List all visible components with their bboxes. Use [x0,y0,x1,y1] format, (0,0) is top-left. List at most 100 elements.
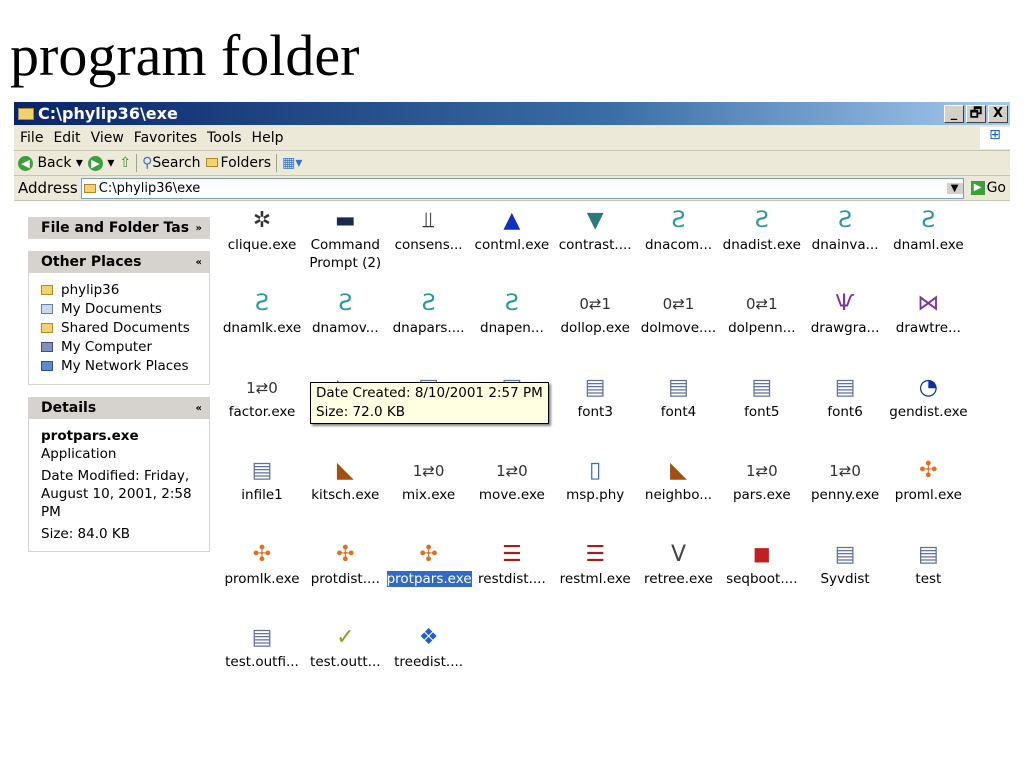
command-prompt-icon: ▬ [334,208,356,233]
details-header[interactable]: Details « [28,397,210,419]
file-item[interactable]: ▬ Command Prompt (2) [303,206,387,272]
file-item[interactable]: ▲ contml.exe [470,206,554,254]
forward-arrow-icon: ▶ [87,155,103,171]
file-item[interactable]: 1⇄0 move.exe [470,456,554,504]
file-item[interactable]: ▤ font3 [553,373,637,421]
file-item[interactable]: Vretree.exe [637,540,721,588]
forward-button[interactable]: ▶ ▾ [87,155,114,171]
file-item[interactable]: 1⇄0 mix.exe [387,456,471,504]
file-item[interactable]: 0⇄1 dolpenn... [720,289,804,337]
go-label: Go [986,180,1006,196]
up-folder-button[interactable]: ⇧ [119,155,131,171]
file-label: font3 [577,403,613,420]
file-item[interactable]: 1⇄0 factor.exe [220,373,304,421]
address-dropdown[interactable]: ▼ [946,182,963,194]
title-bar[interactable]: C:\phylip36\exe _ 🗗 X [14,102,1010,125]
menu-tools[interactable]: Tools [207,130,242,146]
file-folder-tasks-header[interactable]: File and Folder Tas » [28,217,210,239]
file-item[interactable]: ✲ clique.exe [220,206,304,254]
file-item[interactable]: Ƨdnacom... [637,206,721,254]
file-item[interactable]: ▤ font4 [637,373,721,421]
file-item[interactable]: Ƨdnapen... [470,289,554,337]
file-item[interactable]: ☰ restdist.... [470,540,554,588]
restore-button[interactable]: 🗗 [966,104,986,123]
pie-icon: ◔ [918,374,938,400]
place-my-network[interactable]: My Network Places [41,357,201,376]
file-item[interactable]: Ƨdnamlk.exe [220,289,304,337]
go-button[interactable]: ▶ Go [967,180,1010,196]
place-my-documents[interactable]: My Documents [41,300,201,319]
minimize-button[interactable]: _ [944,104,964,123]
matrix-icon: ◣ [336,458,354,484]
file-label: dolmove.... [640,320,717,337]
menu-favorites[interactable]: Favorites [134,130,197,146]
file-item[interactable]: ▤ font5 [720,373,804,421]
file-item[interactable]: Ƨdnainva... [803,206,887,254]
folder-icon [41,323,53,333]
address-bar: Address C:\phylip36\exe ▼ ▶ Go [14,176,1010,201]
file-item[interactable]: 1⇄0 penny.exe [803,456,887,504]
file-label: dnamov... [311,320,379,337]
toolbar: ◀ Back ▾ ▶ ▾ ⇧ ⚲Search Folders ▦▾ [14,151,1010,176]
file-label: font5 [744,403,780,420]
menu-file[interactable]: File [20,130,43,146]
collapse-icon[interactable]: « [196,403,202,414]
file-item[interactable]: ▤ test [886,540,970,588]
file-item[interactable]: ▤ font6 [803,373,887,421]
file-item[interactable]: ▼ contrast.... [553,206,637,254]
file-item[interactable]: Ƨdnapars.... [387,289,471,337]
file-item[interactable]: ◔ gendist.exe [886,373,970,421]
expand-icon[interactable]: » [196,223,202,234]
file-item[interactable]: ◣ kitsch.exe [303,456,387,504]
file-item[interactable]: ▯ msp.phy [553,456,637,504]
file-item[interactable]: ◼ seqboot.... [720,540,804,588]
file-item[interactable]: Ƨdnadist.exe [720,206,804,254]
file-label: dollop.exe [560,320,630,337]
file-item[interactable]: Ƨdnamov... [303,289,387,337]
panel-title: File and Folder Tas [41,220,190,236]
factor-icon: 1⇄0 [496,462,528,481]
file-label: restdist.... [478,570,546,587]
views-button[interactable]: ▦▾ [282,155,302,171]
folders-button[interactable]: Folders [205,155,271,171]
file-item[interactable]: ✣ promlk.exe [220,540,304,588]
file-label: proml.exe [894,487,962,504]
place-label: My Network Places [61,358,189,374]
clique-icon: ✲ [252,208,272,233]
menu-view[interactable]: View [91,130,124,146]
file-item[interactable]: ☰ restml.exe [553,540,637,588]
menu-help[interactable]: Help [252,130,284,146]
file-item[interactable]: Ѱdrawgra... [803,289,887,337]
file-item[interactable]: ▤ Syvdist [803,540,887,588]
menu-bar: File Edit View Favorites Tools Help ⊞ [14,125,1010,151]
file-item[interactable]: ▤ test.outfi... [220,623,304,671]
file-item[interactable]: ▤ infile1 [220,456,304,504]
search-button[interactable]: ⚲Search [142,155,200,171]
menu-edit[interactable]: Edit [53,130,80,146]
back-button[interactable]: ◀ Back ▾ [18,155,83,171]
file-item[interactable]: 0⇄1 dollop.exe [553,289,637,337]
file-item[interactable]: 1⇄0 pars.exe [720,456,804,504]
explorer-window: C:\phylip36\exe _ 🗗 X File Edit View Fav… [14,102,1010,702]
collapse-icon[interactable]: « [196,257,202,268]
file-item[interactable]: ✣ protdist.... [303,540,387,588]
tooltip-created: Date Created: 8/10/2001 2:57 PM [316,385,543,401]
place-shared-documents[interactable]: Shared Documents [41,319,201,338]
file-item[interactable]: ✣ protpars.exe [386,540,472,588]
close-button[interactable]: X [988,104,1008,123]
file-item[interactable]: ✣ proml.exe [886,456,970,504]
file-item[interactable]: Ƨdnaml.exe [886,206,970,254]
file-item[interactable]: ✓ test.outt... [303,623,387,671]
file-item[interactable]: ◣ neighbo... [637,456,721,504]
file-item[interactable]: ⫫ consens... [387,206,471,254]
place-phylip36[interactable]: phylip36 [41,281,201,300]
file-item[interactable]: ❖ treedist.... [387,623,471,671]
place-my-computer[interactable]: My Computer [41,338,201,357]
address-input[interactable]: C:\phylip36\exe ▼ [80,177,964,199]
file-item[interactable]: ⋈ drawtre... [886,289,970,337]
file-item[interactable]: 0⇄1 dolmove.... [637,289,721,337]
network-icon [41,361,53,371]
binary-icon: 0⇄1 [745,295,778,314]
file-label: dnadist.exe [722,237,801,253]
other-places-header[interactable]: Other Places « [28,251,210,273]
